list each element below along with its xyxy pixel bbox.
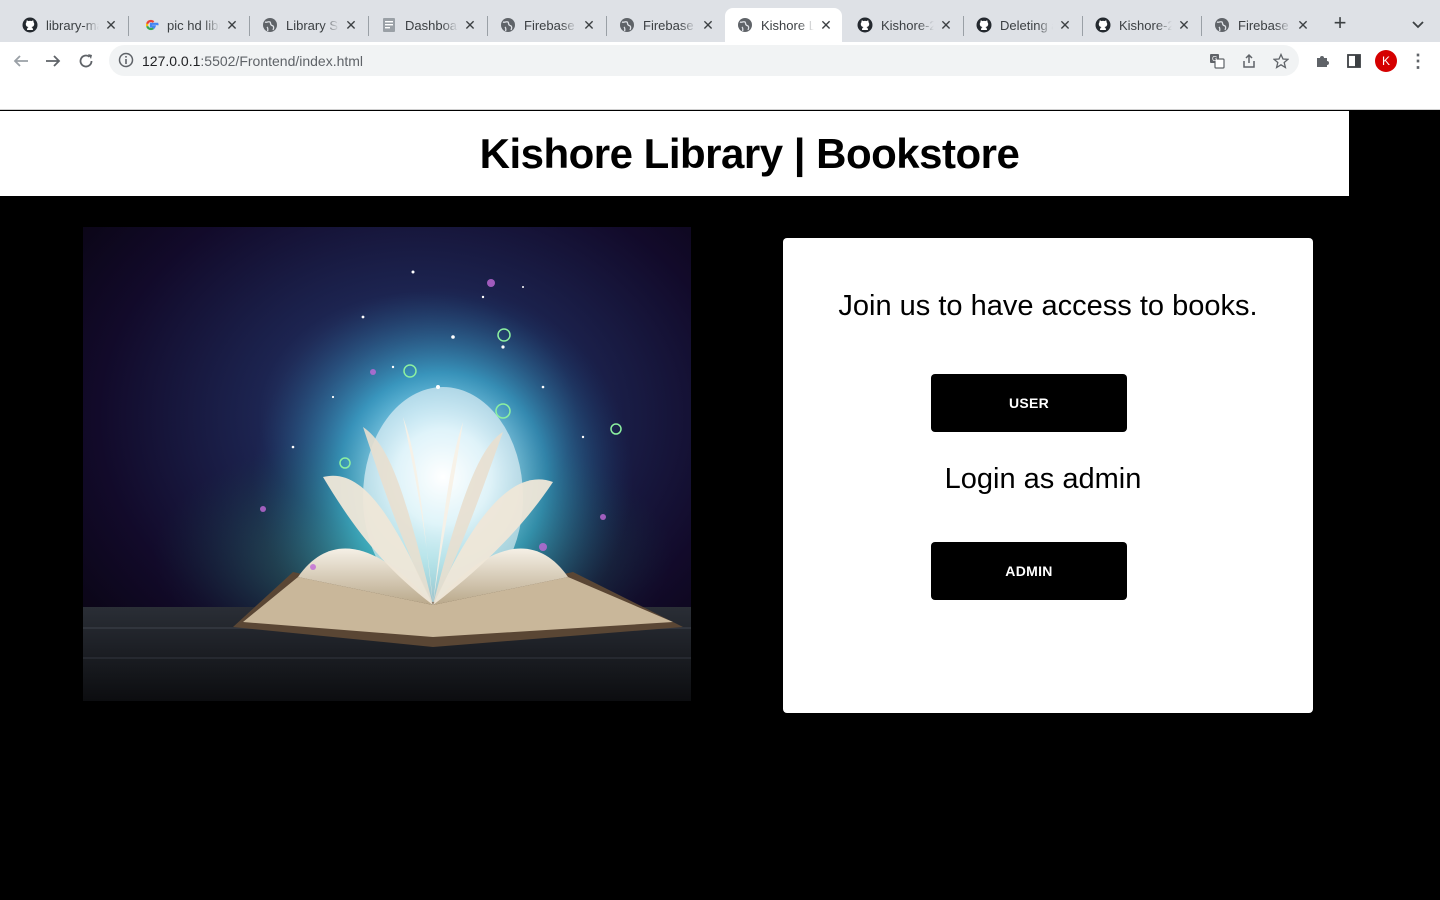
tab-title: Firebase <box>643 17 694 33</box>
globe-icon <box>1214 17 1230 33</box>
browser-menu-icon[interactable]: ⋮ <box>1408 50 1428 72</box>
hero-book-image <box>83 227 691 701</box>
tab-title: Firebase <box>1238 17 1289 33</box>
url-text: 127.0.0.1:5502/Frontend/index.html <box>142 53 363 69</box>
admin-button[interactable]: ADMIN <box>931 542 1127 600</box>
tab-close-icon[interactable]: ✕ <box>581 17 597 33</box>
tab-search-chevron-icon[interactable] <box>1406 13 1430 37</box>
github-icon <box>22 17 38 33</box>
page-top-strip <box>0 79 1440 110</box>
tab-close-icon[interactable]: ✕ <box>700 17 716 33</box>
tab-close-icon[interactable]: ✕ <box>1176 17 1192 33</box>
tab-title: Firebase <box>524 17 575 33</box>
browser-tab[interactable]: Library System✕ <box>250 8 367 42</box>
tab-close-icon[interactable]: ✕ <box>1295 17 1311 33</box>
tab-title: Dashboard <box>405 17 458 33</box>
tab-close-icon[interactable]: ✕ <box>103 17 119 33</box>
globe-icon <box>737 17 753 33</box>
svg-text:G: G <box>1212 56 1217 63</box>
browser-tab[interactable]: Kishore-2 ✕ <box>845 8 962 42</box>
tab-title: Kishore-2 <box>881 17 934 33</box>
back-arrow-icon[interactable] <box>8 48 34 74</box>
browser-tab[interactable]: Kishore-2 ✕ <box>1083 8 1200 42</box>
tab-title: Deleting a <box>1000 17 1053 33</box>
browser-tab[interactable]: Firebase ✕ <box>607 8 724 42</box>
document-icon <box>381 17 397 33</box>
tab-title: library-management <box>46 17 99 33</box>
join-heading: Join us to have access to books. <box>838 290 1258 322</box>
github-icon <box>1095 17 1111 33</box>
browser-tab[interactable]: Kishore Library✕ <box>725 8 842 42</box>
forward-arrow-icon[interactable] <box>40 48 66 74</box>
site-header: Kishore Library | Bookstore <box>0 111 1349 196</box>
google-icon <box>143 17 159 33</box>
admin-caption: Login as admin <box>944 463 1142 495</box>
browser-tab[interactable]: Firebase ✕ <box>1202 8 1319 42</box>
profile-avatar[interactable]: K <box>1375 50 1397 72</box>
reload-icon[interactable] <box>73 48 99 74</box>
site-title: Kishore Library | Bookstore <box>479 129 1020 177</box>
browser-toolbar: 127.0.0.1:5502/Frontend/index.html G K ⋮ <box>0 42 1440 79</box>
tab-title: Library System <box>286 17 339 33</box>
tab-title: Kishore-2 <box>1119 17 1172 33</box>
browser-tab[interactable]: Deleting a ✕ <box>964 8 1081 42</box>
page-viewport: Kishore Library | Bookstore Join us to h… <box>0 79 1440 900</box>
user-button[interactable]: USER <box>931 374 1127 432</box>
tab-close-icon[interactable]: ✕ <box>224 17 240 33</box>
share-icon[interactable] <box>1240 52 1258 70</box>
github-icon <box>976 17 992 33</box>
address-bar[interactable]: 127.0.0.1:5502/Frontend/index.html G <box>109 45 1299 76</box>
url-path: :5502/Frontend/index.html <box>200 53 364 69</box>
bookmark-star-icon[interactable] <box>1272 52 1290 70</box>
side-panel-icon[interactable] <box>1344 51 1364 71</box>
globe-icon <box>500 17 516 33</box>
site-info-icon[interactable] <box>118 52 134 68</box>
url-host: 127.0.0.1 <box>142 53 201 69</box>
join-card: Join us to have access to books. USER Lo… <box>783 238 1313 713</box>
browser-tab[interactable]: pic hd library - Google Search✕ <box>131 8 248 42</box>
new-tab-button[interactable]: + <box>1328 11 1352 35</box>
tab-close-icon[interactable]: ✕ <box>462 17 478 33</box>
tab-close-icon[interactable]: ✕ <box>938 17 954 33</box>
translate-icon[interactable]: G <box>1208 52 1226 70</box>
extensions-puzzle-icon[interactable] <box>1312 51 1332 71</box>
tab-title: Kishore Library <box>761 17 814 33</box>
browser-tab-bar: library-management✕pic hd library - Goog… <box>0 0 1440 42</box>
tab-close-icon[interactable]: ✕ <box>343 17 359 33</box>
tab-close-icon[interactable]: ✕ <box>818 17 834 33</box>
globe-icon <box>619 17 635 33</box>
browser-tab[interactable]: library-management✕ <box>10 8 127 42</box>
browser-tab[interactable]: Dashboard✕ <box>369 8 486 42</box>
tab-close-icon[interactable]: ✕ <box>1057 17 1073 33</box>
tab-title: pic hd library - Google Search <box>167 17 220 33</box>
github-icon <box>857 17 873 33</box>
browser-tab[interactable]: Firebase ✕ <box>488 8 605 42</box>
tab-separator <box>128 16 129 36</box>
globe-icon <box>262 17 278 33</box>
